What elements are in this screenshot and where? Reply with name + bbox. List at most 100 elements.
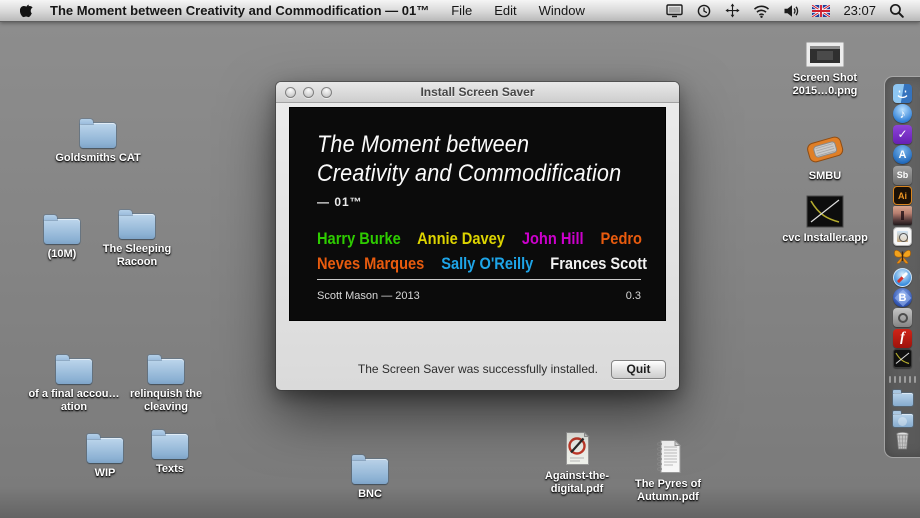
move-arrows-icon[interactable] xyxy=(725,3,740,18)
desktop-icon-label: The Pyres of Autumn.pdf xyxy=(622,478,714,504)
zoom-button[interactable] xyxy=(321,87,332,98)
artist-name: Frances Scott xyxy=(550,254,647,273)
external-drive-icon xyxy=(804,132,846,166)
desktop-file-pyres-of-autumn[interactable]: The Pyres of Autumn.pdf xyxy=(622,438,714,504)
screensaver-preview: The Moment between Creativity and Commod… xyxy=(289,107,666,321)
desktop-icon-label: Goldsmiths CAT xyxy=(52,152,144,165)
install-screen-saver-window: Install Screen Saver The Moment between … xyxy=(276,82,679,390)
desktop-file-against-the-digital[interactable]: Against-the-digital.pdf xyxy=(531,430,623,496)
desktop-icon-label: relinquish the cleaving xyxy=(120,388,212,414)
dock-item-photo-app[interactable] xyxy=(885,206,920,225)
trash-icon xyxy=(894,431,911,450)
flash-icon: f xyxy=(893,329,912,348)
cvc-installer-icon xyxy=(893,349,912,368)
dock-item-trash[interactable] xyxy=(885,431,920,450)
dock-item-itunes[interactable]: ♪ xyxy=(885,104,920,123)
desktop-drive-smbu[interactable]: SMBU xyxy=(779,130,871,183)
time-machine-icon[interactable] xyxy=(696,3,712,19)
artist-name: Neves Marques xyxy=(317,254,424,273)
dock-item-sync-utility[interactable] xyxy=(885,308,920,327)
credit-text: Scott Mason — 2013 xyxy=(317,290,420,302)
preview-app-icon xyxy=(893,227,912,246)
artist-name: Sally O'Reilly xyxy=(441,254,533,273)
dock-item-safari[interactable] xyxy=(885,268,920,287)
desktop-folder-sleeping-racoon[interactable]: The Sleeping Racoon xyxy=(91,203,183,269)
artist-name: Annie Davey xyxy=(417,229,505,248)
desktop-icon-label: BNC xyxy=(324,488,416,501)
apple-menu-icon[interactable] xyxy=(20,3,33,18)
volume-icon[interactable] xyxy=(783,4,799,18)
artist-name: Pedro xyxy=(601,229,642,248)
menu-edit[interactable]: Edit xyxy=(494,3,516,18)
app-store-icon: A xyxy=(893,145,912,164)
desktop-icon-label: Against-the-digital.pdf xyxy=(531,470,623,496)
dock-item-folder[interactable] xyxy=(885,390,920,409)
dock-item-tasks[interactable]: ✓ xyxy=(885,125,920,144)
folder-icon xyxy=(80,123,116,148)
desktop-icon-label: SMBU xyxy=(779,170,871,183)
minimize-button[interactable] xyxy=(303,87,314,98)
window-title: Install Screen Saver xyxy=(420,85,534,99)
desktop-folder-goldsmiths-cat[interactable]: Goldsmiths CAT xyxy=(52,112,144,165)
menu-bar: The Moment between Creativity and Commod… xyxy=(0,0,920,22)
menu-clock[interactable]: 23:07 xyxy=(843,3,876,18)
desktop-icon-label: of a final accou…ation xyxy=(28,388,120,414)
desktop-icon-label: Texts xyxy=(124,463,216,476)
cvc-app-icon xyxy=(806,195,844,228)
artist-name: Harry Burke xyxy=(317,229,401,248)
dock-item-cvc-installer[interactable] xyxy=(885,349,920,368)
folder-icon xyxy=(56,359,92,384)
dock-item-preview[interactable] xyxy=(885,227,920,246)
butterfly-app-icon xyxy=(893,248,912,265)
desktop-icon-label: Screen Shot 2015…0.png xyxy=(779,72,871,98)
desktop-file-screenshot[interactable]: Screen Shot 2015…0.png xyxy=(779,32,871,98)
menu-file[interactable]: File xyxy=(451,3,472,18)
artist-names: Harry Burke Annie Davey John Hill Pedro … xyxy=(317,226,598,276)
dock-divider xyxy=(885,370,920,389)
active-app-title: The Moment between Creativity and Commod… xyxy=(50,3,429,18)
desktop-icon-label: The Sleeping Racoon xyxy=(91,243,183,269)
desktop-folder-bnc[interactable]: BNC xyxy=(324,448,416,501)
status-message: The Screen Saver was successfully instal… xyxy=(358,362,598,376)
close-button[interactable] xyxy=(285,87,296,98)
sync-utility-icon xyxy=(893,308,912,327)
quit-button[interactable]: Quit xyxy=(611,360,666,379)
wifi-icon[interactable] xyxy=(753,4,770,18)
desktop-app-cvc-installer[interactable]: cvc Installer.app xyxy=(779,192,871,245)
menu-window[interactable]: Window xyxy=(539,3,585,18)
screenshot-thumbnail-icon xyxy=(805,41,845,68)
desktop-folder-of-a-final[interactable]: of a final accou…ation xyxy=(28,348,120,414)
dock-item-bibdesk[interactable]: B xyxy=(885,288,920,307)
artist-name: John Hill xyxy=(522,229,584,248)
desktop-folder-relinquish[interactable]: relinquish the cleaving xyxy=(120,348,212,414)
dock-item-finder[interactable] xyxy=(885,84,920,103)
dock-item-butterfly[interactable] xyxy=(885,247,920,266)
sb-app-icon: Sb xyxy=(893,166,912,185)
version-text: 0.3 xyxy=(626,290,641,302)
dock-item-illustrator[interactable]: Ai xyxy=(885,186,920,205)
safari-icon xyxy=(893,268,912,287)
dock-item-app-store[interactable]: A xyxy=(885,145,920,164)
dock-item-downloads-folder[interactable] xyxy=(885,411,920,430)
folder-icon xyxy=(148,359,184,384)
bibdesk-icon: B xyxy=(893,288,912,307)
pdf-document-icon xyxy=(564,431,591,466)
illustrator-icon: Ai xyxy=(893,186,912,205)
folder-icon xyxy=(893,393,913,406)
uk-flag-icon[interactable] xyxy=(812,5,830,17)
folder-icon xyxy=(352,459,388,484)
display-icon[interactable] xyxy=(666,3,683,18)
finder-icon xyxy=(893,84,912,103)
itunes-icon: ♪ xyxy=(893,104,912,123)
dock: ♪ ✓ A Sb Ai B f xyxy=(884,76,920,458)
desktop-icon-label: cvc Installer.app xyxy=(779,232,871,245)
desktop-folder-texts[interactable]: Texts xyxy=(124,423,216,476)
dock-item-flash[interactable]: f xyxy=(885,329,920,348)
folder-icon xyxy=(119,214,155,239)
dock-item-sb[interactable]: Sb xyxy=(885,166,920,185)
window-title-bar[interactable]: Install Screen Saver xyxy=(276,82,679,103)
spotlight-icon[interactable] xyxy=(889,3,904,18)
folder-icon xyxy=(152,434,188,459)
screensaver-title: The Moment between Creativity and Commod… xyxy=(317,131,611,188)
folder-icon xyxy=(87,438,123,463)
